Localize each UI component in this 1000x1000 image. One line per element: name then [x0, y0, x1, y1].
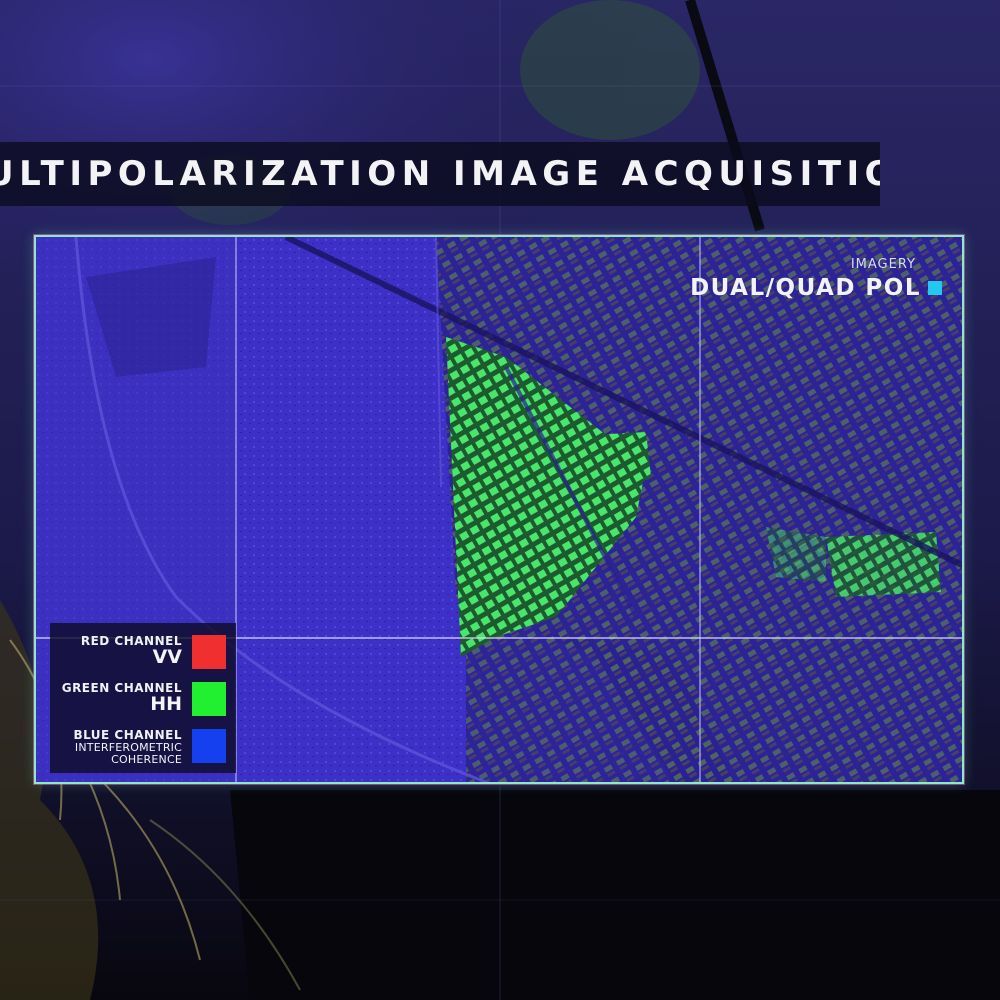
page-title: ULTIPOLARIZATION IMAGE ACQUISITION	[0, 154, 880, 194]
legend-row-red: RED CHANNEL VV	[60, 635, 226, 682]
red-channel-swatch	[192, 635, 226, 669]
imagery-value-row: DUAL/QUAD POL	[690, 275, 942, 301]
title-bar: ULTIPOLARIZATION IMAGE ACQUISITION	[0, 142, 880, 206]
legend-red-value: VV	[152, 646, 182, 668]
imagery-frame: IMAGERY DUAL/QUAD POL RED CHANNEL VV GRE…	[34, 235, 964, 784]
imagery-info: IMAGERY DUAL/QUAD POL	[690, 257, 942, 301]
legend-blue-value: INTERFEROMETRIC COHERENCE	[74, 741, 182, 766]
green-channel-swatch	[192, 682, 226, 716]
legend-green-value: HH	[150, 693, 182, 715]
legend-row-blue: BLUE CHANNEL INTERFEROMETRIC COHERENCE	[60, 729, 226, 776]
channel-legend: RED CHANNEL VV GREEN CHANNEL HH BLUE CHA…	[50, 623, 236, 773]
imagery-marker-square	[928, 281, 942, 295]
imagery-label: IMAGERY	[850, 257, 916, 272]
blue-channel-swatch	[192, 729, 226, 763]
imagery-value: DUAL/QUAD POL	[690, 275, 921, 301]
legend-row-green: GREEN CHANNEL HH	[60, 682, 226, 729]
legend-blue-name: BLUE CHANNEL	[73, 728, 182, 742]
